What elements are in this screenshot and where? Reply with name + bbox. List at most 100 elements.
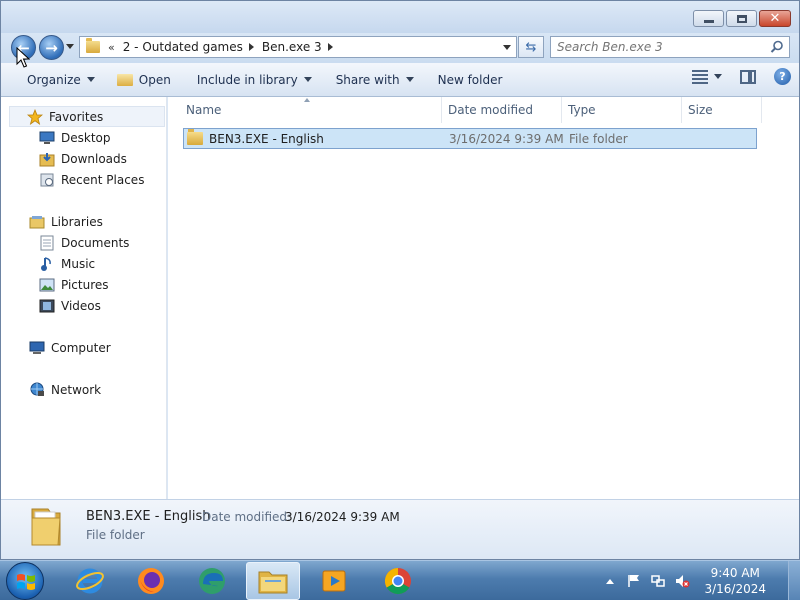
chevron-down-icon: [405, 77, 414, 82]
nav-label: Downloads: [61, 152, 127, 166]
taskbar-firefox[interactable]: [124, 562, 178, 600]
details-date-modified-value: 3/16/2024 9:39 AM: [285, 510, 400, 524]
breadcrumb-overflow[interactable]: «: [108, 41, 115, 54]
clock-date: 3/16/2024: [704, 582, 766, 596]
view-options-dropdown[interactable]: [714, 74, 722, 79]
column-header-name[interactable]: Name: [168, 97, 442, 123]
chevron-down-icon: [86, 77, 95, 82]
caption-buttons: ✕: [693, 10, 791, 27]
taskbar-internet-explorer[interactable]: [63, 562, 117, 600]
show-hidden-icons-arrow[interactable]: [606, 578, 615, 584]
breadcrumb-item[interactable]: Ben.exe 3: [262, 40, 322, 54]
column-header-date-modified[interactable]: Date modified: [442, 97, 562, 123]
nav-documents[interactable]: Documents: [39, 233, 129, 253]
minimize-button[interactable]: [693, 10, 724, 27]
search-icon[interactable]: [770, 40, 784, 54]
column-header-size[interactable]: Size: [682, 97, 762, 123]
recent-pages-dropdown[interactable]: [66, 44, 74, 49]
nav-label: Favorites: [49, 110, 104, 124]
organize-button[interactable]: Organize: [19, 68, 103, 92]
details-item-name: BEN3.EXE - English: [86, 509, 211, 524]
new-folder-button[interactable]: New folder: [430, 68, 511, 92]
chevron-down-icon: [303, 77, 312, 82]
nav-libraries[interactable]: Libraries: [29, 212, 103, 232]
clock[interactable]: 9:40 AM 3/16/2024: [704, 565, 766, 597]
details-date-modified-label: Date modified:: [202, 510, 292, 524]
breadcrumb-separator-icon[interactable]: [327, 43, 333, 51]
taskbar: 9:40 AM 3/16/2024: [0, 560, 800, 600]
maximize-button[interactable]: [726, 10, 757, 27]
nav-pictures[interactable]: Pictures: [39, 275, 109, 295]
nav-downloads[interactable]: Downloads: [39, 149, 127, 169]
file-explorer-icon: [258, 571, 288, 594]
address-bar[interactable]: « 2 - Outdated games Ben.exe 3: [79, 36, 517, 58]
show-desktop-button[interactable]: [788, 561, 800, 600]
command-bar: Organize Open Include in library Share w…: [1, 63, 799, 97]
preview-pane-icon[interactable]: [740, 69, 756, 84]
file-row-selected[interactable]: BEN3.EXE - English 3/16/2024 9:39 AM Fil…: [183, 128, 757, 149]
nav-favorites[interactable]: Favorites: [27, 107, 103, 127]
network-icon: [29, 382, 45, 398]
search-box[interactable]: [550, 36, 790, 58]
star-icon: [27, 109, 43, 125]
file-name: BEN3.EXE - English: [209, 131, 324, 146]
firefox-icon: [138, 568, 164, 594]
refresh-button[interactable]: ⇆: [518, 36, 544, 58]
include-in-library-button[interactable]: Include in library: [189, 68, 320, 92]
music-icon: [39, 256, 55, 272]
details-pane: BEN3.EXE - English Date modified: 3/16/2…: [1, 499, 799, 559]
nav-computer[interactable]: Computer: [29, 338, 111, 358]
change-view-icon[interactable]: [692, 69, 708, 84]
forward-button[interactable]: →: [39, 35, 64, 60]
organize-label: Organize: [27, 72, 81, 87]
help-icon[interactable]: ?: [774, 68, 791, 85]
maximize-icon: [736, 14, 747, 23]
documents-icon: [39, 235, 55, 251]
nav-label: Network: [51, 383, 102, 397]
action-center-flag-icon[interactable]: [626, 573, 642, 589]
libraries-icon: [29, 214, 45, 230]
taskbar-media-player[interactable]: [307, 562, 361, 600]
forward-arrow-icon: →: [45, 38, 58, 57]
start-button[interactable]: [6, 562, 44, 600]
nav-label: Computer: [51, 341, 111, 355]
nav-videos[interactable]: Videos: [39, 296, 101, 316]
navigation-row: ← → « 2 - Outdated games Ben.exe 3 ⇆: [1, 33, 799, 63]
pictures-icon: [39, 277, 55, 293]
volume-muted-icon[interactable]: [674, 573, 690, 589]
refresh-icon: ⇆: [525, 39, 537, 55]
include-in-library-label: Include in library: [196, 72, 298, 87]
taskbar-file-explorer[interactable]: [246, 562, 300, 600]
share-with-button[interactable]: Share with: [328, 68, 422, 92]
open-button[interactable]: Open: [109, 68, 179, 92]
nav-label: Pictures: [61, 278, 109, 292]
title-bar[interactable]: ✕: [1, 1, 799, 33]
network-status-icon[interactable]: [650, 573, 666, 589]
nav-label: Videos: [61, 299, 101, 313]
clock-time: 9:40 AM: [710, 566, 760, 580]
edge-icon: [199, 568, 225, 594]
nav-recent-places[interactable]: Recent Places: [39, 170, 144, 190]
nav-label: Music: [61, 257, 96, 271]
search-input[interactable]: [551, 37, 761, 57]
navigation-pane: Favorites Desktop Downloads Recent Place…: [1, 97, 167, 499]
nav-network[interactable]: Network: [29, 380, 101, 400]
taskbar-edge[interactable]: [185, 562, 239, 600]
close-button[interactable]: ✕: [759, 10, 791, 27]
nav-label: Libraries: [51, 215, 103, 229]
windows-logo-icon: [17, 574, 35, 590]
address-history-dropdown[interactable]: [503, 44, 511, 50]
nav-label: Documents: [61, 236, 130, 250]
nav-music[interactable]: Music: [39, 254, 95, 274]
taskbar-chrome[interactable]: [371, 562, 425, 600]
nav-desktop[interactable]: Desktop: [39, 128, 111, 148]
file-date-modified: 3/16/2024 9:39 AM: [449, 131, 564, 146]
breadcrumb-separator-icon[interactable]: [248, 43, 254, 51]
file-list: Name Date modified Type Size BEN3.EXE - …: [168, 97, 799, 499]
folder-icon: [86, 38, 100, 53]
breadcrumb-item[interactable]: 2 - Outdated games: [123, 40, 243, 54]
new-folder-label: New folder: [437, 72, 503, 87]
file-type: File folder: [569, 131, 628, 146]
open-label: Open: [138, 72, 171, 87]
column-header-type[interactable]: Type: [562, 97, 682, 123]
